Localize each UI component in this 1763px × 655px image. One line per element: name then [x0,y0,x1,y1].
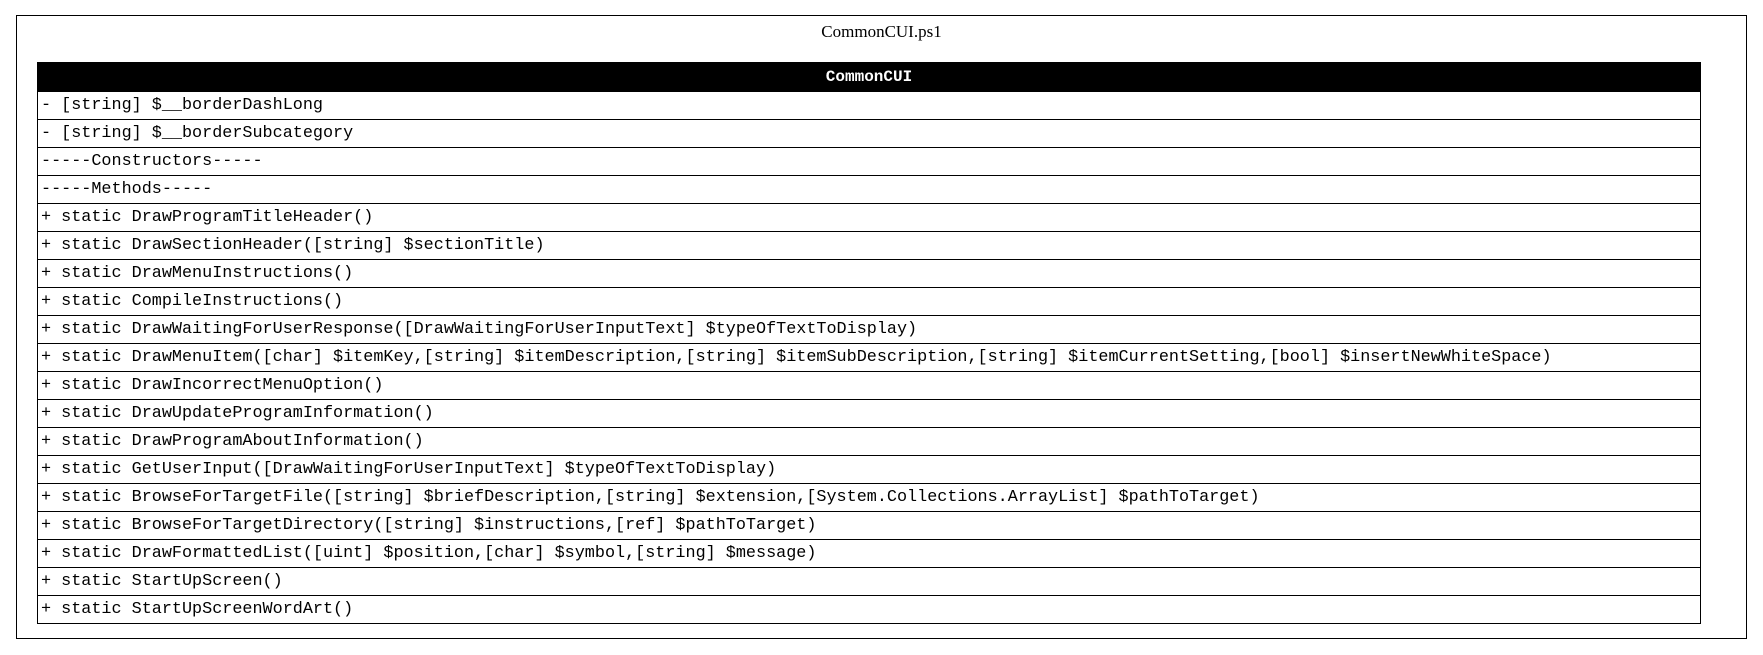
member-row: + static GetUserInput([DrawWaitingForUse… [38,455,1700,483]
member-row: + static DrawIncorrectMenuOption() [38,371,1700,399]
member-row: -----Constructors----- [38,147,1700,175]
package-title: CommonCUI.ps1 [821,22,942,41]
member-row: + static BrowseForTargetFile([string] $b… [38,483,1700,511]
member-row: - [string] $__borderSubcategory [38,119,1700,147]
class-header: CommonCUI [38,63,1700,91]
member-row: + static DrawMenuItem([char] $itemKey,[s… [38,343,1700,371]
member-list: - [string] $__borderDashLong - [string] … [38,91,1700,623]
member-row: + static DrawMenuInstructions() [38,259,1700,287]
member-row: + static DrawProgramTitleHeader() [38,203,1700,231]
member-row: + static DrawUpdateProgramInformation() [38,399,1700,427]
member-row: -----Methods----- [38,175,1700,203]
member-row: + static StartUpScreen() [38,567,1700,595]
member-row: + static StartUpScreenWordArt() [38,595,1700,623]
class-box: CommonCUI - [string] $__borderDashLong -… [37,62,1701,624]
member-row: + static BrowseForTargetDirectory([strin… [38,511,1700,539]
member-row: + static DrawWaitingForUserResponse([Dra… [38,315,1700,343]
member-row: + static CompileInstructions() [38,287,1700,315]
member-row: + static DrawSectionHeader([string] $sec… [38,231,1700,259]
member-row: - [string] $__borderDashLong [38,91,1700,119]
member-row: + static DrawProgramAboutInformation() [38,427,1700,455]
member-row: + static DrawFormattedList([uint] $posit… [38,539,1700,567]
